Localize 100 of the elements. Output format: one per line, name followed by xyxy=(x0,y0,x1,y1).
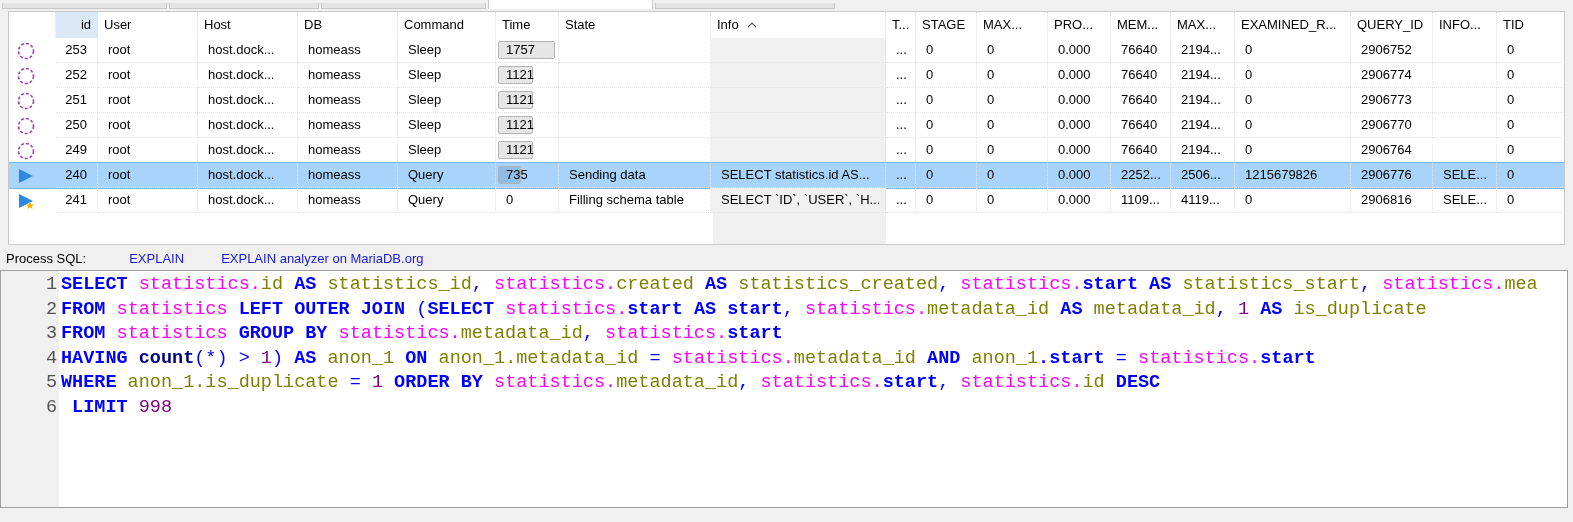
table-cell: 251 xyxy=(56,88,98,113)
column-header[interactable]: MAX... xyxy=(1171,12,1235,38)
table-cell: host.dock... xyxy=(198,163,298,188)
table-cell: Sleep xyxy=(398,63,496,88)
table-cell: 0.000 xyxy=(1048,88,1111,113)
table-cell: 0 xyxy=(977,188,1048,213)
table-cell: Query xyxy=(398,163,496,188)
table-cell: 252 xyxy=(56,63,98,88)
table-cell: 0.000 xyxy=(1048,38,1111,63)
table-cell: 76640 xyxy=(1111,88,1171,113)
sql-editor[interactable] xyxy=(0,270,1568,508)
table-cell: 1109... xyxy=(1111,188,1171,213)
code-line: FROM statistics GROUP BY statistics.metadata_id, statistics.start xyxy=(61,322,784,346)
table-cell: 0 xyxy=(916,63,977,88)
explain-link[interactable]: EXPLAIN xyxy=(129,249,185,269)
table-cell xyxy=(1433,38,1497,63)
table-cell: 0.000 xyxy=(1048,63,1111,88)
time-value: 1121 xyxy=(505,116,534,135)
table-cell: SELE... xyxy=(1433,163,1497,188)
column-header[interactable]: id xyxy=(56,12,98,38)
tab[interactable] xyxy=(321,3,486,9)
table-cell: root xyxy=(98,88,198,113)
table-cell: 2506... xyxy=(1171,163,1235,188)
table-cell: 0 xyxy=(1235,63,1351,88)
table-cell: 253 xyxy=(56,38,98,63)
table-cell: root xyxy=(98,63,198,88)
table-cell: 0 xyxy=(1497,188,1564,213)
column-header[interactable]: MAX... xyxy=(977,12,1048,38)
table-cell: root xyxy=(98,38,198,63)
table-cell: 241 xyxy=(56,188,98,213)
table-cell: 2906752 xyxy=(1351,38,1433,63)
column-header[interactable]: Time xyxy=(496,12,559,38)
column-header[interactable]: MEM... xyxy=(1111,12,1171,38)
table-row[interactable]: 253 root host.dock... homeass Sleep 1757 ... 0 0 0.000 76640 2194... 0 2906752 0 xyxy=(9,38,1564,63)
table-cell: 4119... xyxy=(1171,188,1235,213)
table-cell: 0 xyxy=(977,38,1048,63)
table-cell: 2194... xyxy=(1171,38,1235,63)
table-cell: 0 xyxy=(1235,88,1351,113)
table-row[interactable]: 241 root host.dock... homeass Query 0 Filling schema table SELECT `ID`, `USER`, `H... ... 0 0 0.000 1109... 4119... 0 2906816 SELE... 0 xyxy=(9,188,1564,213)
table-cell: ... xyxy=(886,163,916,188)
table-cell: host.dock... xyxy=(198,38,298,63)
table-cell: root xyxy=(98,113,198,138)
time-value: 735 xyxy=(505,166,528,185)
column-header[interactable]: PRO... xyxy=(1048,12,1111,38)
table-cell: 2906773 xyxy=(1351,88,1433,113)
code-line: FROM statistics LEFT OUTER JOIN (SELECT statistics.start AS start, statistics.metadata_id AS metadata_id, 1 AS is_duplicate xyxy=(61,297,1428,322)
table-cell xyxy=(1433,88,1497,113)
code-line: WHERE anon_1.is_duplicate = 1 ORDER BY statistics.metadata_id, statistics.start, statistics.id DESC xyxy=(61,371,1162,395)
table-row[interactable]: 251 root host.dock... homeass Sleep 1121 ... 0 0 0.000 76640 2194... 0 2906773 0 xyxy=(9,88,1564,113)
column-header[interactable]: T... xyxy=(886,12,916,38)
tab[interactable] xyxy=(488,0,653,9)
table-cell: SELE... xyxy=(1433,188,1497,213)
table-cell: 0 xyxy=(1235,188,1351,213)
table-cell: Sleep xyxy=(398,38,496,63)
table-cell: homeass xyxy=(298,188,398,213)
column-header[interactable]: INFO... xyxy=(1433,12,1497,38)
column-header[interactable]: Host xyxy=(198,12,298,38)
column-header[interactable]: TID xyxy=(1497,12,1564,38)
table-cell: 0.000 xyxy=(1048,188,1111,213)
table-cell: 2252... xyxy=(1111,163,1171,188)
table-cell: 2906816 xyxy=(1351,188,1433,213)
line-number: 5 xyxy=(44,371,58,396)
table-cell: homeass xyxy=(298,163,398,188)
column-header[interactable]: User xyxy=(98,12,198,38)
table-cell: ... xyxy=(886,113,916,138)
column-header[interactable]: QUERY_ID xyxy=(1351,12,1433,38)
code-line: LIMIT 998 xyxy=(71,395,174,420)
sort-ascending-icon xyxy=(746,22,757,28)
tab[interactable] xyxy=(655,3,835,9)
table-cell: Sending data xyxy=(559,163,711,188)
table-cell: SELECT `ID`, `USER`, `H... xyxy=(711,188,886,213)
table-row[interactable]: 240 root host.dock... homeass Query 735 Sending data SELECT statistics.id AS... ... 0 0 0.000 2252... 2506... 1215679826 2906776 SELE... 0 xyxy=(9,163,1564,188)
table-cell: host.dock... xyxy=(198,63,298,88)
table-cell: root xyxy=(98,188,198,213)
explain-link[interactable]: EXPLAIN analyzer on MariaDB.org xyxy=(221,249,424,269)
table-cell: 0 xyxy=(1497,63,1564,88)
tab[interactable] xyxy=(2,3,167,9)
line-number: 4 xyxy=(44,346,58,371)
table-cell: host.dock... xyxy=(198,88,298,113)
column-header[interactable]: EXAMINED_R... xyxy=(1235,12,1351,38)
table-cell: 76640 xyxy=(1111,113,1171,138)
table-cell: 0 xyxy=(1497,163,1564,188)
column-header[interactable]: Command xyxy=(398,12,496,38)
table-cell: 0 xyxy=(977,113,1048,138)
table-cell: 0 xyxy=(1497,88,1564,113)
tab[interactable] xyxy=(169,3,319,9)
code-line: SELECT statistics.id AS statistics_id, statistics.created AS statistics_created, statistics.start AS statistics_start, statistics.mea xyxy=(61,273,1538,297)
column-header[interactable]: DB xyxy=(298,12,398,38)
table-cell: ... xyxy=(886,38,916,63)
column-header[interactable]: State xyxy=(559,12,711,38)
table-cell: 2194... xyxy=(1171,63,1235,88)
time-value: 0 xyxy=(505,191,514,210)
table-cell: 76640 xyxy=(1111,38,1171,63)
column-header[interactable]: STAGE xyxy=(916,12,977,38)
table-cell: 2906770 xyxy=(1351,113,1433,138)
table-row[interactable]: 250 root host.dock... homeass Sleep 1121 ... 0 0 0.000 76640 2194... 0 2906770 0 xyxy=(9,113,1564,138)
table-row[interactable]: 252 root host.dock... homeass Sleep 1121 ... 0 0 0.000 76640 2194... 0 2906774 0 xyxy=(9,63,1564,88)
table-cell: root xyxy=(98,163,198,188)
table-cell: Sleep xyxy=(398,88,496,113)
code-line: HAVING count(*) > 1) AS anon_1 ON anon_1.metadata_id = statistics.metadata_id AND anon_1.start = statistics.start xyxy=(61,346,1317,371)
